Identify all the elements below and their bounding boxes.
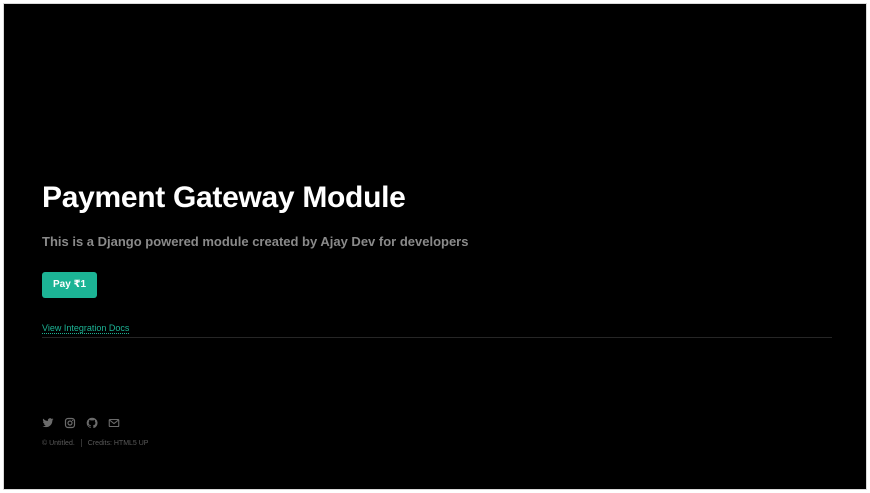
- github-icon[interactable]: [86, 417, 98, 429]
- pay-button[interactable]: Pay ₹1: [42, 271, 98, 298]
- social-icons: [42, 417, 148, 429]
- credits-text: Credits: HTML5 UP: [87, 439, 149, 447]
- envelope-icon[interactable]: [108, 417, 120, 429]
- view-docs-link[interactable]: View Integration Docs: [42, 322, 130, 334]
- page-frame: Payment Gateway Module This is a Django …: [3, 3, 867, 490]
- hero-section: Payment Gateway Module This is a Django …: [42, 180, 832, 338]
- footer-divider: [80, 439, 82, 447]
- copyright-row: © Untitled. Credits: HTML5 UP: [42, 439, 148, 447]
- twitter-icon[interactable]: [42, 417, 54, 429]
- docs-row: View Integration Docs: [42, 318, 832, 338]
- page-title: Payment Gateway Module: [42, 181, 406, 214]
- footer: © Untitled. Credits: HTML5 UP: [42, 417, 148, 447]
- page-subtitle: This is a Django powered module created …: [42, 234, 469, 249]
- copyright-text: © Untitled.: [42, 439, 75, 447]
- instagram-icon[interactable]: [64, 417, 76, 429]
